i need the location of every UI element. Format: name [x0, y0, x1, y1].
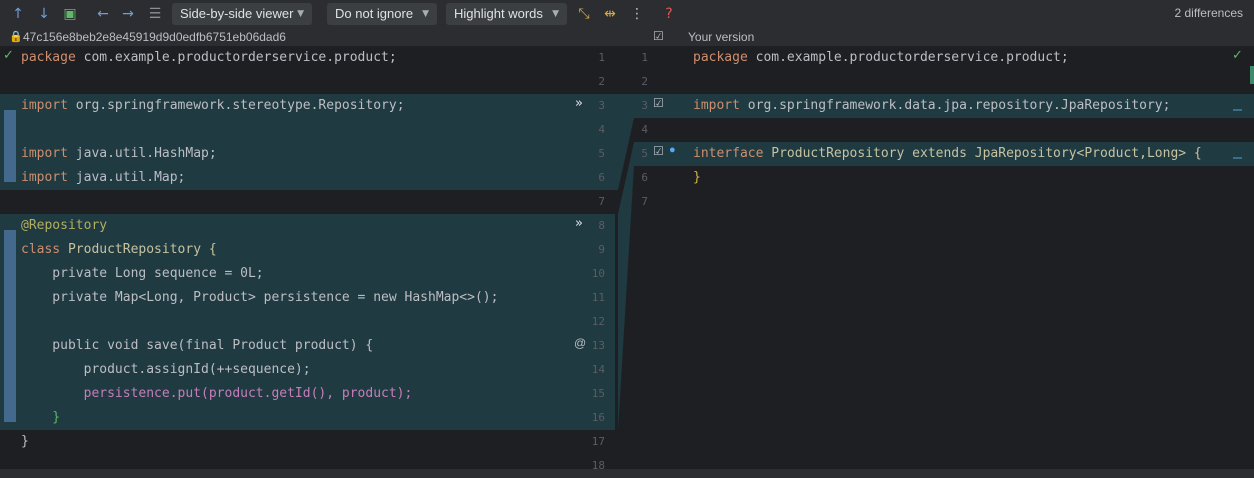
line-number: 16 — [591, 411, 605, 424]
line-number: 3 — [641, 99, 648, 112]
chevron-down-icon: ▼ — [422, 9, 429, 19]
line-number: 10 — [591, 267, 605, 280]
line-number: 11 — [591, 291, 605, 304]
code-line: package com.example.productorderservice.… — [693, 50, 1069, 65]
line-number: 5 — [598, 147, 605, 160]
code-line: package com.example.productorderservice.… — [21, 50, 397, 65]
viewer-label: Side-by-side viewer — [180, 6, 294, 21]
arrow-up-icon[interactable]: ↑ — [8, 4, 28, 24]
line-number: 4 — [598, 123, 605, 136]
code-line: persistence.put(product.getId(), product… — [21, 386, 413, 401]
change-marker — [4, 230, 16, 422]
left-revision-title: 47c156e8beb2e8e45919d9d0edfb6751eb06dad6 — [23, 30, 286, 44]
highlight-label: Highlight words — [454, 6, 543, 21]
line-number: 2 — [641, 75, 648, 88]
scrollbar[interactable] — [1250, 66, 1254, 84]
line-number: 12 — [591, 315, 605, 328]
code-line: } — [21, 410, 61, 425]
chevron-down-icon: ▼ — [552, 9, 559, 19]
code-line: private Long sequence = 0L; — [21, 266, 264, 281]
arrow-left-icon[interactable]: ← — [93, 4, 113, 24]
line-number: 1 — [641, 51, 648, 64]
line-number: 15 — [591, 387, 605, 400]
chevron-down-icon: ▼ — [297, 9, 304, 19]
right-line-gutter: 1 2 3 4 5 6 7 ☑ ☑ ● — [618, 46, 687, 469]
apply-change-icon[interactable]: » — [575, 96, 583, 111]
line-number: 17 — [591, 435, 605, 448]
right-version-title: Your version — [688, 30, 755, 44]
search-icon[interactable]: ● — [669, 144, 676, 156]
more-icon[interactable]: ⋮ — [627, 4, 647, 24]
check-icon: ✓ — [3, 47, 14, 62]
ignore-label: Do not ignore — [335, 6, 414, 21]
left-editor[interactable]: ✓ package com.example.productorderservic… — [0, 46, 569, 469]
line-number: 14 — [591, 363, 605, 376]
code-line: class ProductRepository { — [21, 242, 217, 257]
change-marker — [4, 110, 16, 182]
viewer-dropdown[interactable]: Side-by-side viewer ▼ — [172, 3, 312, 25]
line-number: 1 — [598, 51, 605, 64]
line-number: 6 — [598, 171, 605, 184]
line-number: 18 — [591, 459, 605, 472]
code-line: public void save(final Product product) … — [21, 338, 374, 353]
line-number: 8 — [598, 219, 605, 232]
panel-headers: 🔒 47c156e8beb2e8e45919d9d0edfb6751eb06da… — [0, 28, 1254, 46]
code-line: import org.springframework.stereotype.Re… — [21, 98, 405, 113]
code-line: } — [693, 170, 701, 185]
list-icon[interactable]: ☰ — [145, 4, 165, 24]
arrow-right-icon[interactable]: → — [118, 4, 138, 24]
highlight-dropdown[interactable]: Highlight words ▼ — [446, 3, 567, 25]
line-number: 2 — [598, 75, 605, 88]
code-line: import org.springframework.data.jpa.repo… — [693, 98, 1171, 113]
line-number: 4 — [641, 123, 648, 136]
differences-count: 2 differences — [1174, 6, 1244, 20]
line-number: 7 — [641, 195, 648, 208]
help-icon[interactable]: ? — [659, 4, 679, 24]
code-line: @Repository — [21, 218, 108, 233]
sync-scroll-icon[interactable]: ⇹ — [600, 4, 620, 24]
code-line: product.assignId(++sequence); — [21, 362, 311, 377]
line-number: 5 — [641, 147, 648, 160]
diff-toolbar: ↑ ↓ ▣ ← → ☰ Side-by-side viewer ▼ Do not… — [0, 0, 1254, 28]
file-edit-icon[interactable]: ▣ — [60, 4, 80, 24]
lock-icon: 🔒 — [9, 31, 23, 43]
line-number: 13 — [591, 339, 605, 352]
checkbox-icon[interactable]: ☑ — [653, 28, 664, 44]
checkbox-icon[interactable]: ☑ — [653, 96, 664, 110]
left-line-gutter: » » @ 1 2 3 4 5 6 7 8 9 10 11 12 13 14 1… — [569, 46, 618, 472]
arrow-down-icon[interactable]: ↓ — [34, 4, 54, 24]
checkbox-icon[interactable]: ☑ — [653, 144, 664, 158]
line-number: 7 — [598, 195, 605, 208]
check-icon: ✓ — [1232, 47, 1243, 62]
change-scroll-mark — [1233, 157, 1242, 159]
code-line: import java.util.Map; — [21, 170, 186, 185]
collapse-icon[interactable]: ⤡ — [574, 4, 594, 24]
line-number: 6 — [641, 171, 648, 184]
change-scroll-mark — [1233, 109, 1242, 111]
code-line: private Map<Long, Product> persistence =… — [21, 290, 499, 305]
apply-change-icon[interactable]: » — [575, 216, 583, 231]
ignore-dropdown[interactable]: Do not ignore ▼ — [327, 3, 437, 25]
code-line: interface ProductRepository extends JpaR… — [693, 146, 1202, 161]
right-editor[interactable]: package com.example.productorderservice.… — [687, 46, 1254, 469]
code-line: import java.util.HashMap; — [21, 146, 217, 161]
line-number: 9 — [598, 243, 605, 256]
line-number: 3 — [598, 99, 605, 112]
code-line: } — [21, 434, 29, 449]
